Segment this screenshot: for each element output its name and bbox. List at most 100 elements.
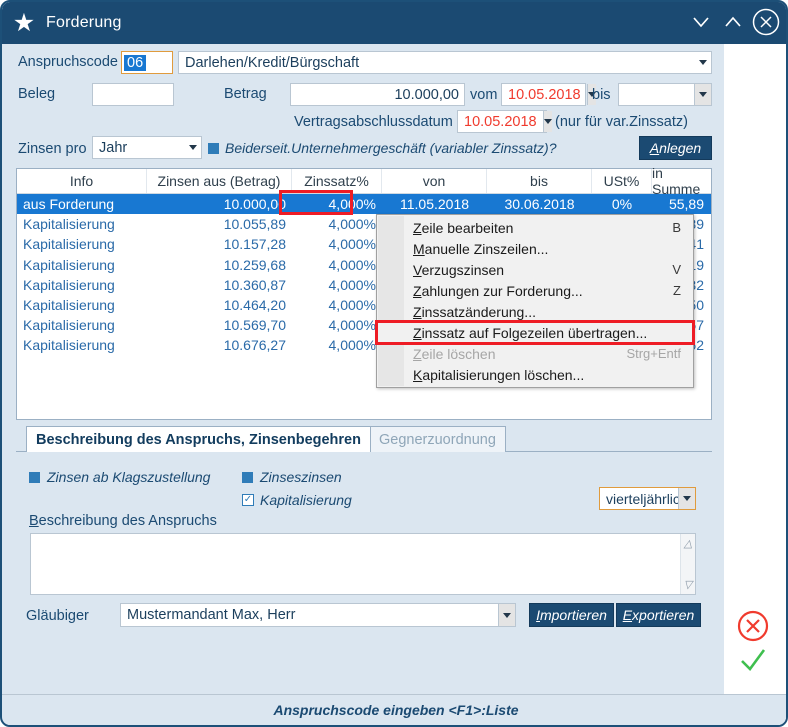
betrag-value: 10.000,00 (394, 86, 459, 103)
cell-info: Kapitalisierung (23, 216, 115, 233)
beleg-input[interactable] (92, 83, 174, 106)
cell-zinssatz: 4,000% (328, 256, 376, 273)
checkbox-icon[interactable] (29, 471, 40, 483)
cell-von: 11.05.2018 (399, 196, 470, 213)
glaeubiger-value: Mustermandant Max, Herr (127, 607, 296, 623)
context-menu-item[interactable]: Zinssatz auf Folgezeilen übertragen... (375, 320, 695, 345)
context-menu-item[interactable]: Zinssatzänderung... (377, 301, 693, 322)
betrag-input[interactable]: 10.000,00 (290, 83, 465, 106)
title-bar: ★ Forderung (2, 2, 786, 44)
textarea-scrollbar[interactable]: △ ▽ (680, 534, 695, 594)
context-menu-item[interactable]: Manuelle Zinszeilen... (377, 238, 693, 259)
vom-date-field[interactable]: 10.05.2018 (501, 83, 596, 106)
tab-label: Beschreibung des Anspruchs, Zinsenbegehr… (36, 431, 361, 448)
chevron-down-icon[interactable] (498, 604, 515, 626)
context-menu-item[interactable]: Verzugszinsen V (377, 259, 693, 280)
checkbox-checked-icon[interactable]: ✓ (242, 494, 254, 506)
checkbox-icon[interactable] (242, 471, 253, 483)
cancel-circle-icon[interactable] (734, 607, 772, 645)
anspruchscode-label: Anspruchscode (18, 54, 118, 70)
context-menu-item-label: Zahlungen zur Forderung... (413, 282, 583, 299)
checkbox-icon[interactable] (208, 142, 219, 154)
anspruchscode-description-combo[interactable]: Darlehen/Kredit/Bürgschaft (178, 51, 712, 74)
cell-zinssatz: 4,000% (328, 317, 376, 334)
context-menu-item[interactable]: Zahlungen zur Forderung... Z (377, 280, 693, 301)
status-bar: Anspruchscode eingeben <F1>:Liste (4, 695, 786, 725)
beschreibung-label-rest: eschreibung des Anspruchs (38, 513, 217, 529)
column-header-von[interactable]: von (382, 169, 487, 193)
chevron-down-icon[interactable] (686, 7, 716, 37)
tab-gegnerzuordnung[interactable]: Gegnerzuordnung (369, 426, 506, 452)
cell-zinssatz: 4,000% (328, 337, 376, 354)
context-menu-item[interactable]: Zeile bearbeiten B (377, 217, 693, 238)
cell-info: Kapitalisierung (23, 297, 115, 314)
anspruchscode-input[interactable]: 06 (121, 51, 173, 74)
cell-zinssatz: 4,000% (328, 297, 376, 314)
scroll-down-icon[interactable]: ▽ (684, 578, 692, 591)
zinseszinsen-row[interactable]: Zinseszinsen (242, 469, 342, 485)
forderung-window: ★ Forderung Anspruchscode 06 Darlehen/Kr… (0, 0, 788, 727)
scroll-up-icon[interactable]: △ (684, 537, 692, 550)
cell-info: Kapitalisierung (23, 337, 115, 354)
chevron-down-icon[interactable] (184, 137, 201, 158)
anlegen-button[interactable]: Anlegen (639, 136, 712, 160)
zinsen-ab-klagszustellung-row[interactable]: Zinsen ab Klagszustellung (29, 469, 210, 485)
beschreibung-textarea[interactable]: △ ▽ (30, 533, 696, 595)
column-header-info[interactable]: Info (17, 169, 147, 193)
chevron-down-icon[interactable] (694, 84, 711, 105)
cell-summe: 55,89 (668, 196, 704, 213)
window-controls (686, 6, 782, 38)
unternehmergeschaeft-label: Beiderseit.Unternehmergeschäft (variable… (225, 140, 557, 156)
cell-betrag: 10.157,28 (223, 236, 286, 253)
chevron-down-icon[interactable] (542, 111, 552, 132)
table-row[interactable]: aus Forderung 10.000,00 4,000% 11.05.2018 30… (17, 194, 711, 215)
cell-zinssatz: 4,000% (328, 216, 376, 233)
cell-zinssatz: 4,000% (328, 276, 376, 293)
importieren-button[interactable]: Importieren (529, 603, 614, 627)
chevron-up-icon[interactable] (718, 7, 748, 37)
status-text: Anspruchscode eingeben <F1>:Liste (273, 702, 519, 718)
context-menu-item[interactable]: Kapitalisierungen löschen... (377, 364, 693, 385)
anspruchscode-description-value: Darlehen/Kredit/Bürgschaft (185, 54, 360, 71)
column-header-bis[interactable]: bis (487, 169, 592, 193)
zinseszinsen-label: Zinseszinsen (260, 469, 342, 485)
bis-date-field[interactable] (618, 83, 712, 106)
vom-label: vom (470, 87, 498, 103)
exportieren-label-rest: xportieren (632, 607, 695, 623)
context-menu-item-label: Zinssatzänderung... (413, 303, 536, 320)
betrag-label: Betrag (224, 86, 267, 102)
zinsen-pro-value: Jahr (99, 139, 128, 156)
kapitalisierung-label: Kapitalisierung (260, 492, 352, 508)
zinsen-pro-combo[interactable]: Jahr (92, 136, 202, 159)
column-header-zinssatz[interactable]: Zinssatz% (292, 169, 382, 193)
column-header-betrag[interactable]: Zinsen aus (Betrag) (147, 169, 292, 193)
context-menu-item-label: Zeile löschen (413, 345, 496, 362)
column-header-ust[interactable]: USt% (592, 169, 652, 193)
beleg-label: Beleg (18, 86, 56, 102)
cell-betrag: 10.464,20 (223, 297, 286, 314)
tab-beschreibung-des-anspruchs[interactable]: Beschreibung des Anspruchs, Zinsenbegehr… (26, 426, 371, 452)
chevron-down-icon[interactable] (678, 488, 695, 509)
cell-info: Kapitalisierung (23, 236, 115, 253)
cell-betrag: 10.000,00 (223, 196, 286, 213)
column-header-summe[interactable]: in Summe (652, 165, 710, 197)
cell-betrag: 10.360,87 (223, 276, 286, 293)
chevron-down-icon[interactable] (694, 52, 711, 73)
interval-value: vierteljährlich (606, 490, 678, 507)
window-title: Forderung (46, 14, 122, 31)
unternehmergeschaeft-checkbox-row[interactable]: Beiderseit.Unternehmergeschäft (variable… (208, 140, 556, 156)
glaeubiger-combo[interactable]: Mustermandant Max, Herr (120, 603, 516, 627)
close-circle-icon[interactable] (750, 6, 782, 38)
var-zinssatz-hint: (nur für var.Zinssatz) (555, 114, 688, 130)
context-menu-item-accelerator: B (672, 220, 681, 235)
vertragsabschlussdatum-label: Vertragsabschlussdatum (294, 114, 453, 130)
confirm-cancel-group (734, 607, 772, 675)
exportieren-button[interactable]: Exportieren (616, 603, 701, 627)
cell-zinssatz: 4,000% (328, 196, 376, 213)
kapitalisierung-row[interactable]: ✓ Kapitalisierung (242, 492, 352, 508)
context-menu[interactable]: Zeile bearbeiten B Manuelle Zinszeilen... V… (375, 214, 695, 388)
kapitalisierung-interval-combo[interactable]: vierteljährlich (599, 487, 696, 510)
check-icon[interactable] (734, 645, 772, 675)
beschreibung-value (31, 534, 43, 594)
vertragsabschlussdatum-field[interactable]: 10.05.2018 (457, 110, 552, 133)
